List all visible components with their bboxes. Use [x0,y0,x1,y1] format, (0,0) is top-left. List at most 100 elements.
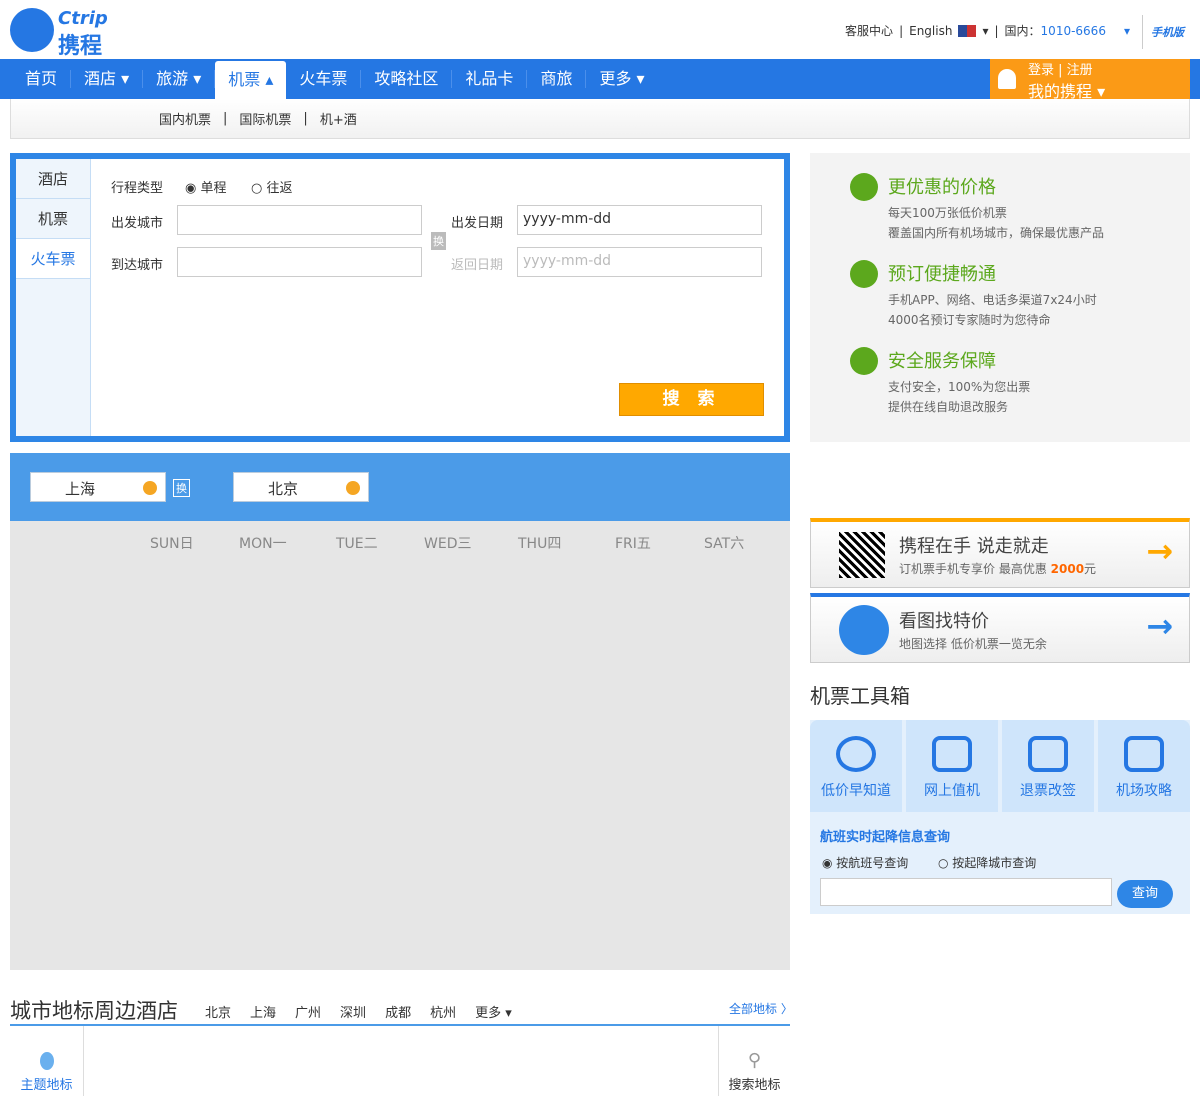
city-radio[interactable]: ○ 按起降城市查询 [938,854,1036,871]
globe-icon [839,605,889,655]
airport-guide-icon [1124,736,1164,772]
ctrip-logo[interactable]: Ctrip 携程 [10,6,130,59]
flight-status-title: 航班实时起降信息查询 [820,830,951,845]
city-tab[interactable]: 杭州 [430,1002,456,1021]
feature-desc: 支付安全，100%为您出票 提供在线自助退改服务 [888,377,1030,417]
top-links: 客服中心 | English ▾ | 国内： 1010-6666 ▾ [845,22,1130,39]
chevron-down-icon[interactable]: ▾ [1124,24,1130,38]
from-city-input[interactable] [177,205,422,235]
tool-checkin[interactable]: 网上值机 [906,720,998,812]
swap-button[interactable]: 换 [173,479,190,497]
tab-train[interactable]: 火车票 [16,239,90,279]
feature-line: 每天100万张低价机票 [888,206,1007,220]
promo-map[interactable]: 看图找特价 地图选择 低价机票一览无余 → [810,593,1190,663]
flight-query-input[interactable] [820,878,1112,906]
chevron-down-icon [346,481,360,495]
login-panel[interactable]: 登录 | 注册 我的携程 ▾ [990,59,1190,101]
promo-mobile[interactable]: 携程在手 说走就走 订机票手机专享价 最高优惠 2000元 → [810,518,1190,588]
subnav-domestic[interactable]: 国内机票 [159,109,211,128]
mobile-version-link[interactable]: 手机版 [1142,15,1186,49]
plane-icon [850,260,878,288]
tool-low-price[interactable]: 低价早知道 [810,720,902,812]
feature-title: 预订便捷畅通 [888,264,996,285]
nav-train[interactable]: 火车票 [286,70,362,88]
search-box: 酒店 机票 火车票 行程类型 ◉ 单程 ○ 往返 出发城市 到达城市 换 出发日… [10,153,790,442]
toolbox: 低价早知道 网上值机 退票改签 机场攻略 航班实时起降信息查询 ◉ 按航班号查询… [810,720,1190,914]
service-link[interactable]: 客服中心 [845,22,893,39]
city-tab[interactable]: 成都 [385,1002,411,1021]
promo-unit: 元 [1084,562,1097,576]
weekday-header: WED三 [424,536,472,552]
tool-refund[interactable]: 退票改签 [1002,720,1094,812]
nav-giftcard[interactable]: 礼品卡 [452,70,528,88]
all-landmarks-link[interactable]: 全部地标 〉 [729,1000,793,1017]
city-tab[interactable]: 北京 [205,1002,231,1021]
promo-sub: 订机票手机专享价 最高优惠 [899,562,1051,576]
alarm-clock-icon [836,736,876,772]
tab-flight[interactable]: 机票 [16,199,90,239]
to-city-select[interactable]: 北京 [233,472,369,502]
nav-more[interactable]: 更多 ▾ [586,70,657,88]
theme-landmark-tab[interactable]: 主题地标 [10,1026,84,1096]
chevron-down-icon[interactable]: ▾ [982,24,988,38]
round-trip-radio[interactable]: ○ 往返 [251,177,293,196]
subnav-international[interactable]: 国际机票 [239,109,291,128]
promo-title: 看图找特价 [899,611,989,632]
nav-home[interactable]: 首页 [12,70,72,88]
dolphin-logo-icon [10,8,54,52]
logo-cn: 携程 [58,34,103,59]
tool-label: 退票改签 [1020,783,1076,799]
feature-title: 更优惠的价格 [888,177,996,198]
nav-business[interactable]: 商旅 [527,70,587,88]
subnav-flight-hotel[interactable]: 机+酒 [320,109,357,128]
promo-title: 携程在手 说走就走 [899,536,1049,557]
feature-title: 安全服务保障 [888,351,996,372]
search-button[interactable]: 搜 索 [619,383,764,416]
city-tab[interactable]: 上海 [250,1002,276,1021]
trip-type-label: 行程类型 [111,181,164,196]
weekday-header: THU四 [518,536,562,552]
return-date-input[interactable]: yyyy-mm-dd [517,247,762,277]
depart-date-input[interactable]: yyyy-mm-dd [517,205,762,235]
search-landmark-tab[interactable]: ⚲ 搜索地标 [718,1026,790,1096]
city-tab-more[interactable]: 更多 ▾ [475,1002,512,1021]
promo-amount: 2000 [1050,562,1085,576]
search-tabs: 酒店 机票 火车票 [16,159,91,436]
feature-desc: 手机APP、网络、电话多渠道7x24小时 4000名预订专家随时为您待命 [888,290,1097,330]
swap-cities-button[interactable]: 换 [431,232,446,250]
radio-label: 按航班号查询 [836,856,909,870]
feature-desc: 每天100万张低价机票 覆盖国内所有机场城市，确保最优惠产品 [888,203,1104,243]
city-tab[interactable]: 深圳 [340,1002,366,1021]
one-way-radio[interactable]: ◉ 单程 [185,177,227,196]
round-trip-label: 往返 [266,181,293,196]
nav-travel[interactable]: 旅游 ▾ [143,70,216,88]
uk-flag-icon [958,24,977,37]
city-tab[interactable]: 广州 [295,1002,321,1021]
plane-icon [850,347,878,375]
from-city-label: 出发城市 [111,216,164,231]
chevron-down-icon [143,481,157,495]
nav-flight[interactable]: 机票 ▴ [215,61,287,99]
plane-icon [850,173,878,201]
flight-number-radio[interactable]: ◉ 按航班号查询 [822,854,908,871]
tab-hotel[interactable]: 酒店 [16,159,90,199]
nav-guide[interactable]: 攻略社区 [361,70,453,88]
phone-number: 1010-6666 [1040,23,1106,38]
query-button[interactable]: 查询 [1117,880,1173,908]
mobile-label: 手机版 [1151,26,1184,39]
to-city-input[interactable] [177,247,422,277]
language-link[interactable]: English [909,24,952,38]
nav-hotel[interactable]: 酒店 ▾ [71,70,144,88]
tool-airport[interactable]: 机场攻略 [1098,720,1190,812]
feature-line: 支付安全，100%为您出票 [888,380,1031,394]
low-price-calendar: 上海 换 北京 SUN日 MON一 TUE二 WED三 THU四 FRI五 SA… [10,453,790,970]
from-city-select[interactable]: 上海 [30,472,166,502]
domestic-label: 国内： [1004,24,1041,38]
tool-label: 机场攻略 [1116,783,1172,799]
arrow-right-icon: → [1146,607,1173,645]
login-register-link[interactable]: 登录 | 注册 [1028,59,1093,78]
landmarks-title: 城市地标周边酒店 [10,999,178,1023]
promo-sub: 地图选择 低价机票一览无余 [899,637,1047,651]
depart-date-value: yyyy-mm-dd [523,211,612,227]
features-panel: 更优惠的价格每天100万张低价机票 覆盖国内所有机场城市，确保最优惠产品 预订便捷… [810,153,1190,442]
